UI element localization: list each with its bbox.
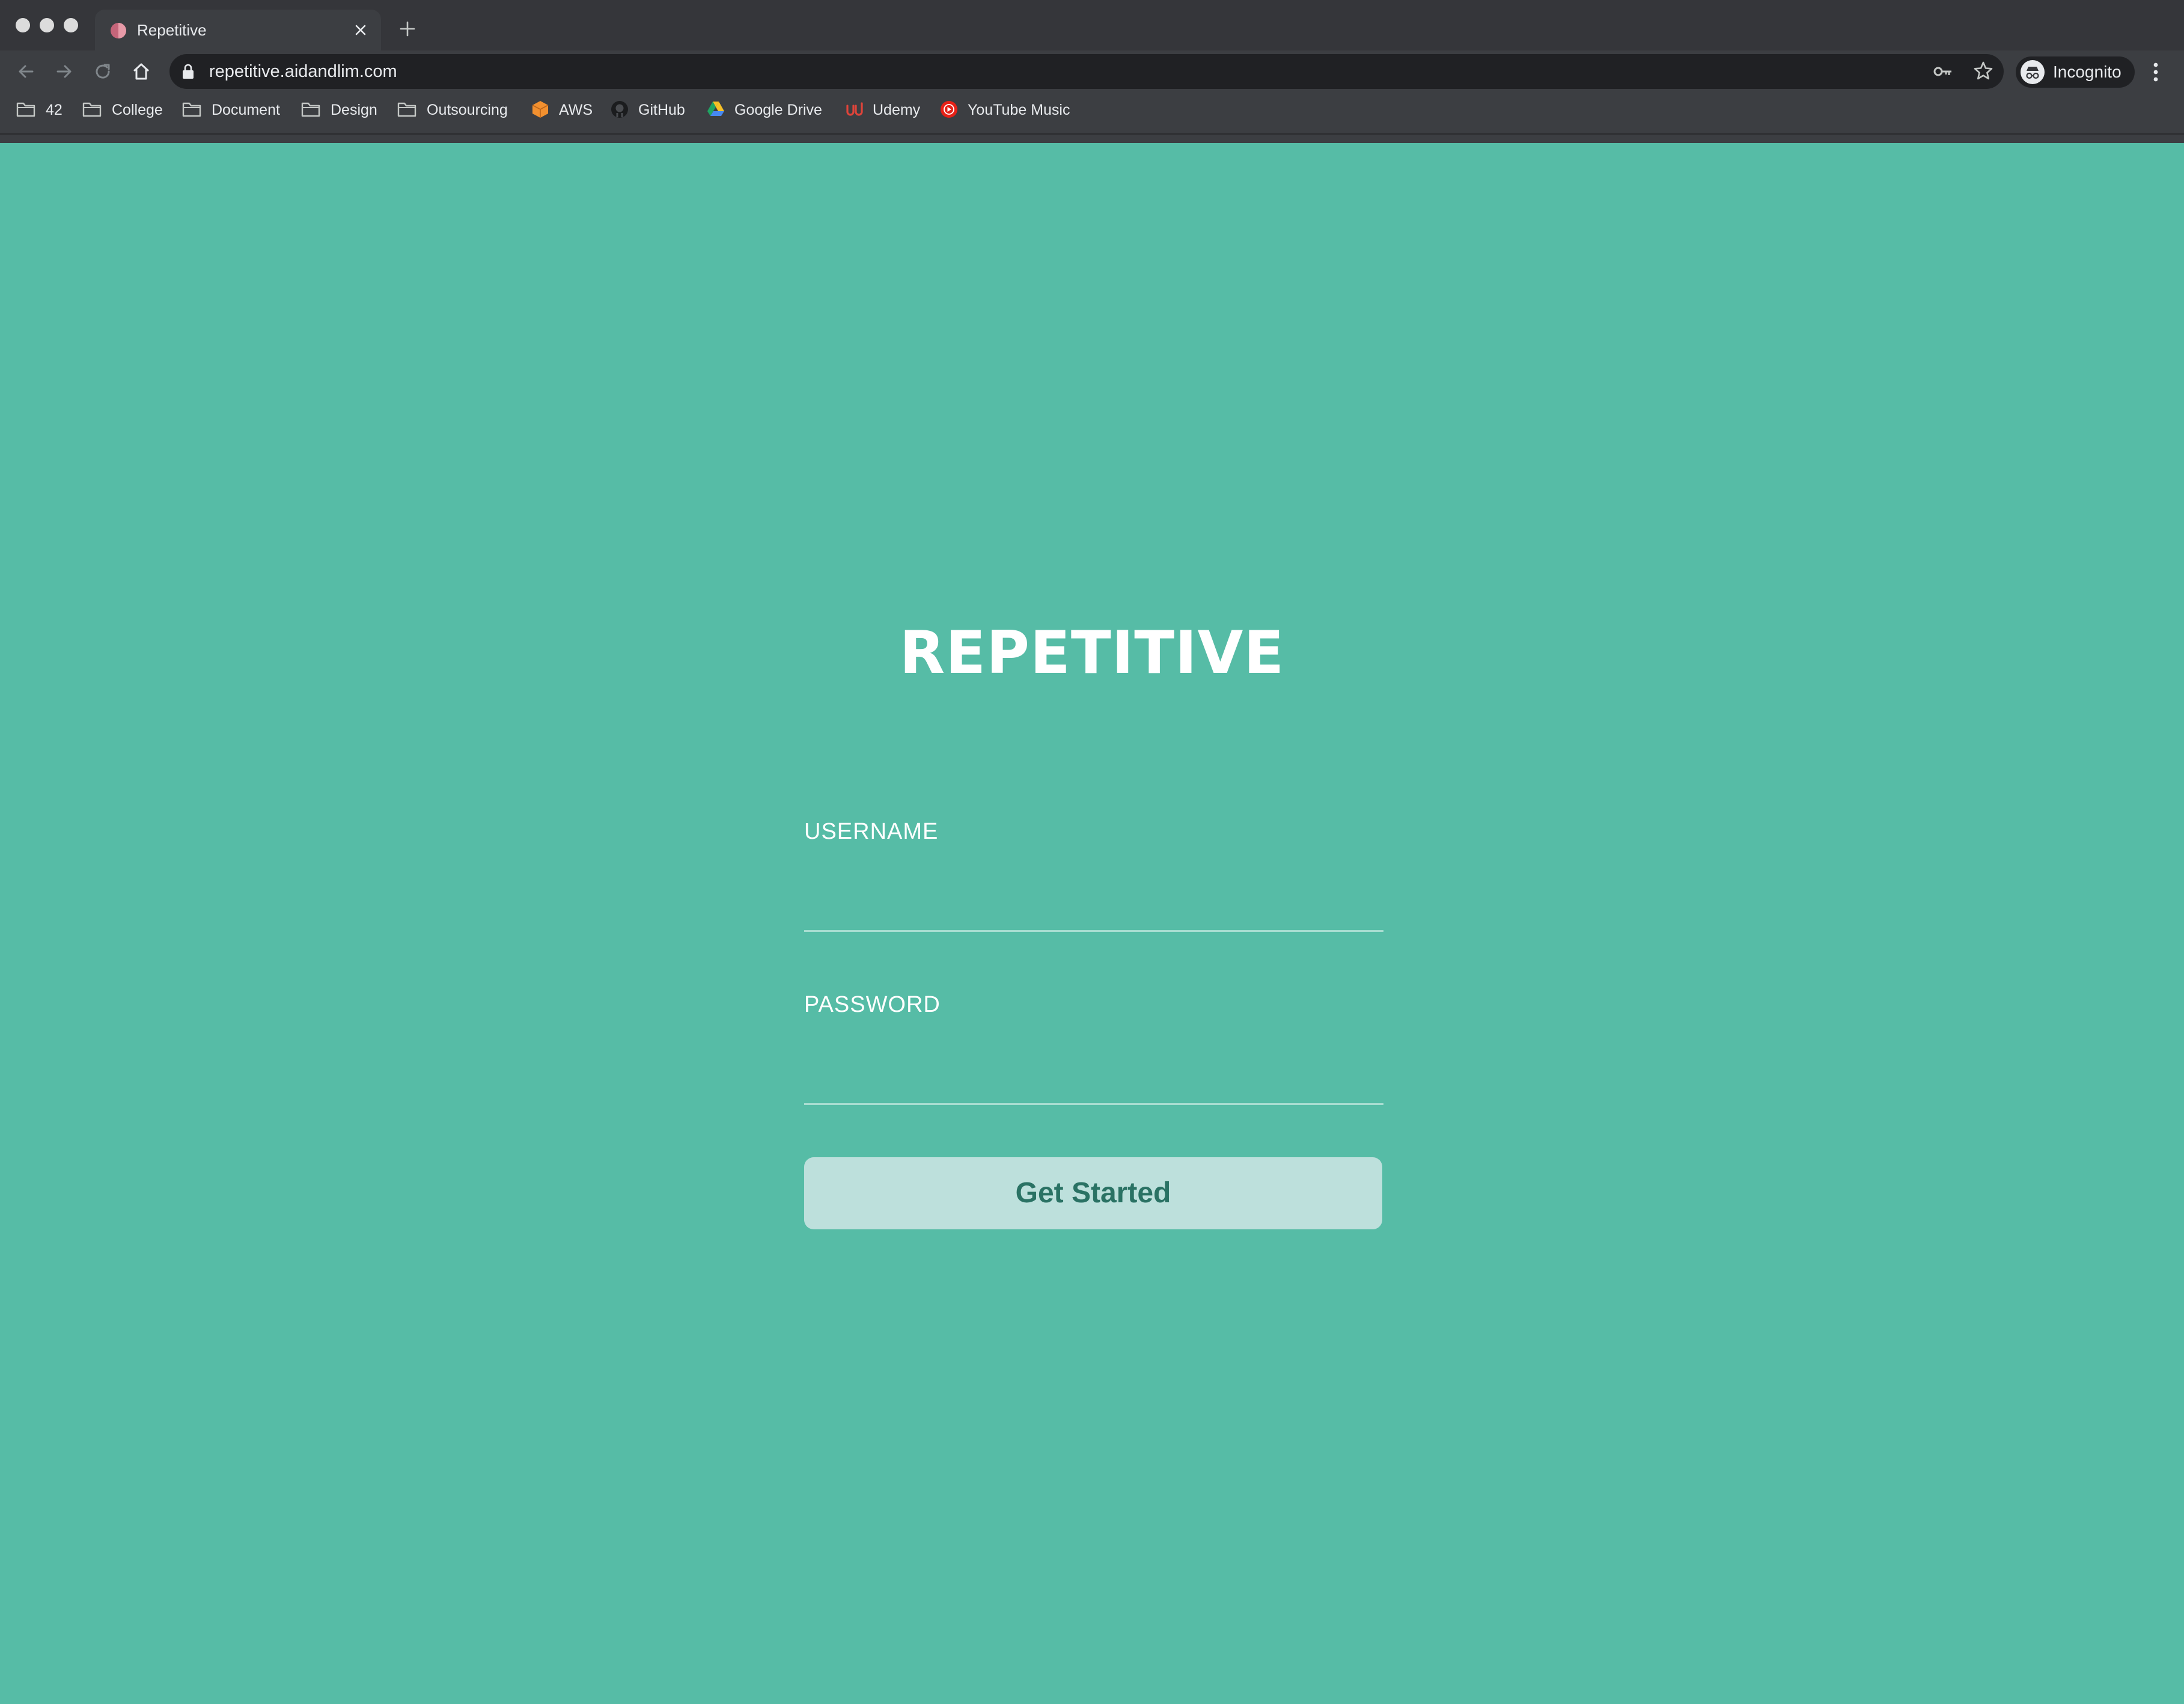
reload-icon[interactable] <box>91 60 114 83</box>
back-arrow-icon[interactable] <box>14 60 37 83</box>
browser-title-bar: Repetitive <box>0 0 2184 50</box>
udemy-icon <box>846 102 863 116</box>
forward-arrow-icon[interactable] <box>53 60 76 83</box>
profile-label: Incognito <box>2053 62 2121 81</box>
password-field[interactable] <box>804 1057 1383 1105</box>
new-tab-icon[interactable] <box>398 19 417 38</box>
more-menu-icon[interactable] <box>2148 60 2164 84</box>
bookmark-label: Udemy <box>873 102 921 118</box>
bookmark-label: AWS <box>559 102 593 118</box>
bookmark-label: GitHub <box>638 102 685 118</box>
address-bar-url[interactable]: repetitive.aidandlim.com <box>209 58 397 85</box>
bookmark-label: Design <box>331 102 377 118</box>
close-window-button[interactable] <box>16 18 30 32</box>
brand-title: REPETITIVE <box>899 619 1285 687</box>
get-started-button[interactable]: Get Started <box>804 1157 1382 1229</box>
chrome-divider <box>0 133 2184 135</box>
incognito-profile-button[interactable]: Incognito <box>2016 56 2135 88</box>
address-bar[interactable] <box>169 54 2004 89</box>
folder-icon <box>301 102 320 117</box>
bookmark-label: Document <box>212 102 280 118</box>
bookmark-label: College <box>112 102 163 118</box>
maximize-window-button[interactable] <box>64 18 78 32</box>
youtube-music-icon <box>941 101 957 118</box>
repetitive-favicon-icon <box>111 23 126 38</box>
folder-icon <box>82 102 102 117</box>
bookmark-label: YouTube Music <box>968 102 1070 118</box>
password-key-icon[interactable] <box>1933 62 1953 81</box>
bookmark-label: Outsourcing <box>427 102 508 118</box>
username-label: USERNAME <box>804 819 939 844</box>
password-label: PASSWORD <box>804 992 941 1017</box>
bookmark-label: 42 <box>46 102 63 118</box>
tab-title: Repetitive <box>137 21 207 39</box>
lock-icon <box>183 64 194 79</box>
folder-icon <box>397 102 416 117</box>
bookmark-label: Google Drive <box>734 102 822 118</box>
folder-icon <box>16 102 35 117</box>
browser-tab[interactable]: Repetitive <box>95 10 381 50</box>
folder-icon <box>182 102 201 117</box>
home-icon[interactable] <box>130 60 153 83</box>
close-tab-icon[interactable] <box>352 22 369 38</box>
username-field[interactable] <box>804 884 1383 932</box>
google-drive-icon <box>707 102 724 116</box>
bookmark-star-icon[interactable] <box>1972 60 1994 82</box>
github-icon <box>611 101 628 118</box>
incognito-icon <box>2021 60 2045 84</box>
minimize-window-button[interactable] <box>40 18 54 32</box>
aws-icon <box>532 101 549 118</box>
